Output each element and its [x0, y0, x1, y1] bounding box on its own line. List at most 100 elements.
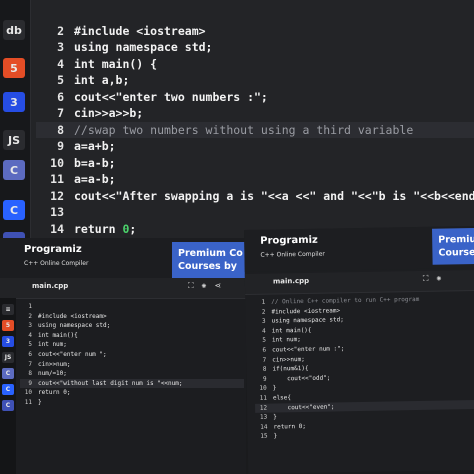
line-number: 4: [28, 331, 32, 339]
code-text: }: [273, 413, 277, 421]
fullscreen-icon[interactable]: ⛶: [188, 281, 194, 291]
code-line[interactable]: 13: [36, 204, 474, 221]
line-number: 3: [57, 40, 64, 54]
bl-code-area[interactable]: 1 2 #include <iostream> 3 using namespace st…: [20, 302, 244, 408]
file-tab-bar: main.cpp ⛶ ✺ ⋖: [0, 278, 246, 299]
line-number: 3: [28, 322, 32, 330]
code-line[interactable]: 11 a=a-b;: [36, 171, 474, 188]
code-line[interactable]: 5 int num;: [20, 340, 244, 350]
code-text: }: [38, 398, 42, 406]
line-number: 6: [262, 346, 267, 354]
line-number: 9: [57, 139, 64, 153]
code-line[interactable]: 12 cout<<"After swapping a is "<<a <<" an…: [36, 188, 474, 205]
line-number: 1: [28, 303, 32, 310]
code-line[interactable]: 6 cout<<"enter two numbers :";: [36, 89, 474, 106]
main-cpp-tab[interactable]: main.cpp: [32, 282, 68, 290]
line-number: 9: [28, 379, 32, 387]
c-lang-icon[interactable]: C: [3, 160, 25, 180]
code-text: }: [273, 432, 278, 440]
mini-database-icon[interactable]: ≡: [2, 304, 14, 315]
line-number: 5: [57, 73, 64, 87]
database-icon[interactable]: db: [3, 20, 25, 40]
line-number: 7: [28, 360, 32, 368]
code-token: cin>>a>>b;: [74, 106, 144, 120]
code-token: cout<<"enter two numbers :";: [74, 89, 268, 104]
line-number: 3: [261, 317, 266, 325]
tab-toolbar-right: ⛶ ✺: [423, 274, 442, 284]
code-token: using namespace std;: [74, 40, 213, 54]
premium-courses-ad-right[interactable]: Premiu Course: [432, 227, 474, 265]
line-number: 14: [50, 221, 64, 236]
brand-subtitle-right: C++ Online Compiler: [260, 250, 325, 259]
code-line[interactable]: 3 using namespace std;: [36, 39, 474, 56]
programiz-logo[interactable]: Programiz: [24, 244, 82, 255]
code-line[interactable]: 4 int main() {: [36, 56, 474, 73]
code-line[interactable]: 11}: [20, 398, 244, 408]
top-code-editor[interactable]: db53JSCCC# 2#include <iostream>3using na…: [0, 0, 474, 250]
code-line[interactable]: 3 using namespace std;: [20, 321, 244, 331]
code-text: cin>>num;: [38, 360, 71, 368]
mini-cpp-icon[interactable]: C: [2, 384, 14, 395]
line-number: 8: [262, 365, 267, 373]
mini-c-icon[interactable]: C: [2, 368, 14, 379]
code-line[interactable]: 8 num/=10;: [20, 369, 244, 379]
mini-css3-icon[interactable]: 3: [2, 336, 14, 347]
brand-subtitle: C++ Online Compiler: [24, 260, 89, 267]
line-number: 11: [50, 172, 64, 186]
theme-icon-right[interactable]: ✺: [436, 274, 441, 284]
line-number: 15: [260, 432, 268, 441]
code-token: #include <iostream>: [74, 23, 206, 38]
code-line[interactable]: 10 return 0;: [20, 388, 244, 398]
code-line[interactable]: 2 #include <iostream>: [20, 312, 244, 322]
code-text: cout<<"enter num :";: [272, 345, 345, 354]
cpp-lang-icon[interactable]: C: [3, 200, 25, 220]
code-line[interactable]: 8 //swap two numbers without using a thir…: [36, 121, 474, 138]
share-icon[interactable]: ⋖: [214, 281, 221, 291]
code-area[interactable]: 2 #include <iostream> 3 using namespace std…: [36, 6, 474, 250]
main-cpp-tab-right[interactable]: main.cpp: [273, 277, 309, 286]
code-text: using namespace std;: [271, 316, 344, 325]
fullscreen-icon-right[interactable]: ⛶: [423, 274, 429, 284]
code-text: cout<<"enter num ";: [38, 350, 107, 358]
html5-icon[interactable]: 5: [3, 58, 25, 78]
line-number: 12: [259, 404, 268, 412]
ad-line-2-right: Course: [438, 246, 474, 259]
mini-html5-icon[interactable]: 5: [2, 320, 14, 331]
code-line[interactable]: 7 cin>>a>>b;: [36, 105, 474, 122]
css3-icon[interactable]: 3: [3, 92, 25, 112]
code-text: cout<<"without last digit num is "<<num;: [38, 379, 183, 387]
line-number: 11: [24, 398, 32, 406]
code-line[interactable]: 6 cout<<"enter num ";: [20, 350, 244, 360]
code-token: b=a-b;: [74, 155, 116, 170]
code-text: // Online C++ compiler to run C++ progra…: [271, 295, 420, 306]
code-token: ;: [129, 221, 137, 236]
programiz-logo-right[interactable]: Programiz: [260, 235, 318, 247]
code-line[interactable]: 9 cout<<"without last digit num is "<<num…: [20, 378, 244, 389]
code-line[interactable]: 4 int main(){: [20, 331, 244, 341]
code-line[interactable]: 1: [20, 302, 244, 312]
bottom-right-compiler-window: Programiz C++ Online Compiler Premiu Cou…: [244, 225, 474, 474]
line-number: 12: [50, 188, 64, 203]
theme-icon[interactable]: ✺: [202, 281, 207, 291]
code-line[interactable]: 7 cin>>num;: [20, 360, 244, 370]
code-text: cout<<"even";: [273, 402, 335, 412]
code-line[interactable]: 9 a=a+b;: [36, 138, 474, 155]
code-line[interactable]: [36, 6, 474, 23]
line-number: 5: [28, 341, 32, 349]
code-text: using namespace std;: [38, 322, 111, 330]
code-line[interactable]: 10 b=a-b;: [36, 155, 474, 172]
premium-courses-ad[interactable]: Premium Co Courses by: [172, 242, 246, 278]
br-code-area[interactable]: 1 // Online C++ compiler to run C++ progr…: [253, 294, 474, 442]
mini-js-icon[interactable]: JS: [2, 352, 14, 363]
code-token: return: [74, 221, 123, 236]
code-line[interactable]: 2 #include <iostream>: [36, 23, 474, 40]
file-tab-bar-right: main.cpp ⛶ ✺: [244, 269, 474, 295]
code-line[interactable]: 5 int a,b;: [36, 72, 474, 89]
ad-line-2: Courses by: [178, 261, 237, 272]
code-token: //swap two numbers without using a third…: [74, 122, 414, 137]
mini-csharp-icon[interactable]: C: [2, 400, 14, 411]
js-icon[interactable]: JS: [3, 130, 25, 150]
compiler-header: Programiz C++ Online Compiler Premium Co…: [0, 238, 246, 278]
code-token: int main() {: [74, 56, 158, 71]
code-text: int main(){: [38, 331, 78, 339]
